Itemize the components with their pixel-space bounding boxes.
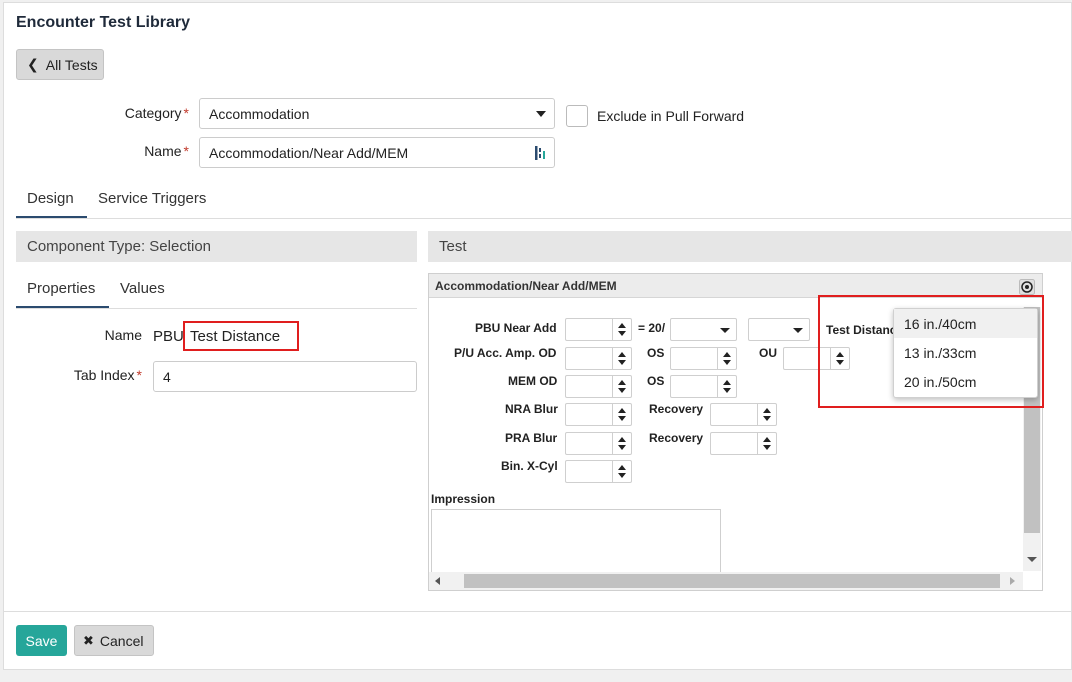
arrow-up-icon (618, 323, 626, 328)
all-tests-label: All Tests (45, 56, 98, 73)
arrow-down-icon (618, 388, 626, 393)
arrow-down-icon (618, 473, 626, 478)
subtabs-divider (16, 308, 417, 309)
arrow-down-icon (723, 360, 731, 365)
horizontal-scrollbar[interactable] (429, 572, 1023, 590)
arrow-up-icon (618, 380, 626, 385)
component-type-header: Component Type: Selection (16, 231, 417, 262)
property-name-value: Test Distance (190, 328, 281, 345)
mem-od-label: MEM OD (508, 374, 558, 388)
tab-index-input[interactable]: 4 (153, 361, 417, 392)
tab-service-triggers[interactable]: Service Triggers (98, 190, 206, 207)
chevron-down-icon (720, 328, 730, 333)
property-name-label: Name (104, 327, 142, 343)
close-icon: ✖ (83, 632, 94, 648)
all-tests-button[interactable]: ❮ All Tests (16, 49, 104, 80)
pra-recovery-stepper[interactable] (710, 432, 777, 455)
os-label: OS (647, 346, 665, 360)
tab-index-label: Tab Index * (73, 367, 142, 383)
property-name-prefix: PBU (153, 328, 184, 345)
name-value: Accommodation/Near Add/MEM (209, 144, 409, 161)
arrow-up-icon (618, 465, 626, 470)
exclude-label: Exclude in Pull Forward (597, 108, 745, 124)
pu-acc-amp-od-label: P/U Acc. Amp. OD (454, 346, 557, 360)
arrow-down-icon (618, 445, 626, 450)
required-marker: * (183, 105, 189, 121)
required-marker: * (136, 367, 142, 383)
arrow-down-icon (763, 445, 771, 450)
footer-divider (4, 611, 1071, 612)
chevron-left-icon: ❮ (27, 56, 39, 72)
impression-textarea[interactable] (431, 509, 721, 573)
arrow-up-icon (618, 408, 626, 413)
pbu-near-add-label: PBU Near Add (475, 321, 557, 335)
tab-index-value: 4 (163, 368, 171, 385)
chevron-down-icon (793, 328, 803, 333)
pu-acc-amp-od-stepper[interactable] (565, 347, 632, 370)
horizontal-scroll-thumb[interactable] (464, 574, 1000, 588)
arrow-up-icon (763, 437, 771, 442)
arrow-up-icon (723, 352, 731, 357)
scroll-right-icon[interactable] (1010, 577, 1015, 585)
target-icon[interactable] (1019, 279, 1035, 295)
test-header: Test (428, 231, 1072, 262)
pbu-near-add-stepper[interactable] (565, 318, 632, 341)
scroll-down-icon[interactable] (1027, 557, 1037, 562)
arrow-up-icon (763, 408, 771, 413)
arrow-down-icon (763, 416, 771, 421)
required-marker: * (183, 143, 189, 159)
mem-os-label: OS (647, 374, 665, 388)
mem-od-stepper[interactable] (565, 375, 632, 398)
chevron-down-icon (536, 110, 546, 117)
pra-blur-label: PRA Blur (505, 431, 558, 445)
impression-label: Impression (431, 492, 496, 506)
tab-design[interactable]: Design (27, 190, 74, 207)
category-label: Category * (124, 105, 189, 121)
page-container: Encounter Test Library ❮ All Tests Categ… (3, 2, 1072, 670)
nra-recovery-stepper[interactable] (710, 403, 777, 426)
field-helper-icon[interactable] (534, 145, 548, 161)
acuity-select-2[interactable] (748, 318, 810, 341)
cancel-label: Cancel (99, 632, 144, 649)
acuity-select[interactable] (670, 318, 737, 341)
mem-os-stepper[interactable] (670, 375, 737, 398)
bin-xcyl-stepper[interactable] (565, 460, 632, 483)
tab-properties[interactable]: Properties (27, 280, 95, 297)
arrow-up-icon (723, 380, 731, 385)
name-input[interactable]: Accommodation/Near Add/MEM (199, 137, 555, 168)
nra-recovery-label: Recovery (649, 402, 704, 416)
arrow-up-icon (618, 437, 626, 442)
nra-blur-stepper[interactable] (565, 403, 632, 426)
ou-label: OU (759, 346, 777, 360)
tabs-divider (16, 218, 1072, 219)
arrow-down-icon (618, 416, 626, 421)
cancel-button[interactable]: ✖ Cancel (74, 625, 154, 656)
highlight-box-dropdown (818, 295, 1044, 408)
pra-blur-stepper[interactable] (565, 432, 632, 455)
arrow-down-icon (618, 331, 626, 336)
bin-xcyl-label: Bin. X-Cyl (501, 459, 558, 473)
category-select[interactable]: Accommodation (199, 98, 555, 129)
exclude-checkbox[interactable] (566, 105, 588, 127)
page-title: Encounter Test Library (16, 14, 190, 31)
arrow-up-icon (618, 352, 626, 357)
arrow-down-icon (618, 360, 626, 365)
pra-recovery-label: Recovery (649, 431, 704, 445)
nra-blur-label: NRA Blur (505, 402, 558, 416)
scroll-left-icon[interactable] (435, 577, 440, 585)
pu-acc-amp-os-stepper[interactable] (670, 347, 737, 370)
eq20-label: = 20/ (638, 321, 666, 335)
name-label: Name * (144, 143, 189, 159)
save-button[interactable]: Save (16, 625, 67, 656)
arrow-down-icon (723, 388, 731, 393)
category-value: Accommodation (209, 105, 310, 122)
tab-values[interactable]: Values (120, 280, 165, 297)
